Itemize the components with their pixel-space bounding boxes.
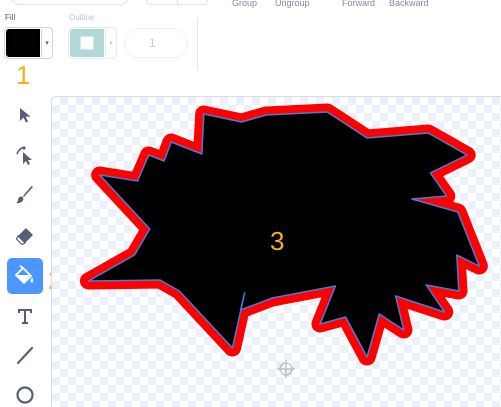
tool-fill[interactable] <box>7 258 43 294</box>
tool-select[interactable] <box>7 97 43 133</box>
tool-eraser[interactable] <box>7 218 43 254</box>
tool-text[interactable] <box>7 298 43 334</box>
select-arrow-icon <box>20 108 31 123</box>
fill-color-button[interactable]: ▾ <box>4 27 53 59</box>
undo-redo-divider <box>177 0 178 6</box>
tool-line[interactable] <box>7 337 43 373</box>
reshape-icon <box>16 146 32 165</box>
backward-button[interactable]: Backward <box>389 0 429 8</box>
annotation-1: 1 <box>16 60 31 90</box>
outline-label: Outline <box>69 13 95 22</box>
chevron-down-icon: ▾ <box>105 29 116 57</box>
annotation-3: 3 <box>270 226 285 256</box>
paint-editor: Group Ungroup Forward Backward Fill ▾ Ou… <box>0 0 501 407</box>
tool-brush[interactable] <box>7 177 43 213</box>
eraser-icon <box>15 228 33 246</box>
outline-color-button[interactable]: ▾ <box>68 27 117 59</box>
group-button[interactable]: Group <box>232 0 257 8</box>
outline-swatch-inner <box>80 36 94 50</box>
forward-button[interactable]: Forward <box>342 0 375 8</box>
undo-redo-group[interactable] <box>146 0 208 6</box>
text-icon <box>18 309 32 324</box>
line-icon <box>16 346 34 365</box>
circle-icon <box>16 386 34 404</box>
costume-name-input[interactable] <box>10 0 130 5</box>
tool-circle[interactable] <box>7 377 43 407</box>
outline-width-input[interactable]: 1 <box>124 28 188 58</box>
crosshair-icon <box>277 360 295 378</box>
brush-icon <box>16 186 33 204</box>
outline-swatch <box>70 29 104 57</box>
chevron-down-icon: ▾ <box>41 29 52 57</box>
fill-label: Fill <box>5 13 16 22</box>
toolbar-divider <box>197 18 198 70</box>
fill-bucket-icon <box>14 265 34 285</box>
fill-swatch <box>6 29 40 57</box>
drawing-canvas[interactable]: 3 <box>51 96 501 407</box>
tool-reshape[interactable] <box>7 137 43 173</box>
top-toolbar: Group Ungroup Forward Backward <box>0 0 501 14</box>
ungroup-button[interactable]: Ungroup <box>275 0 310 8</box>
